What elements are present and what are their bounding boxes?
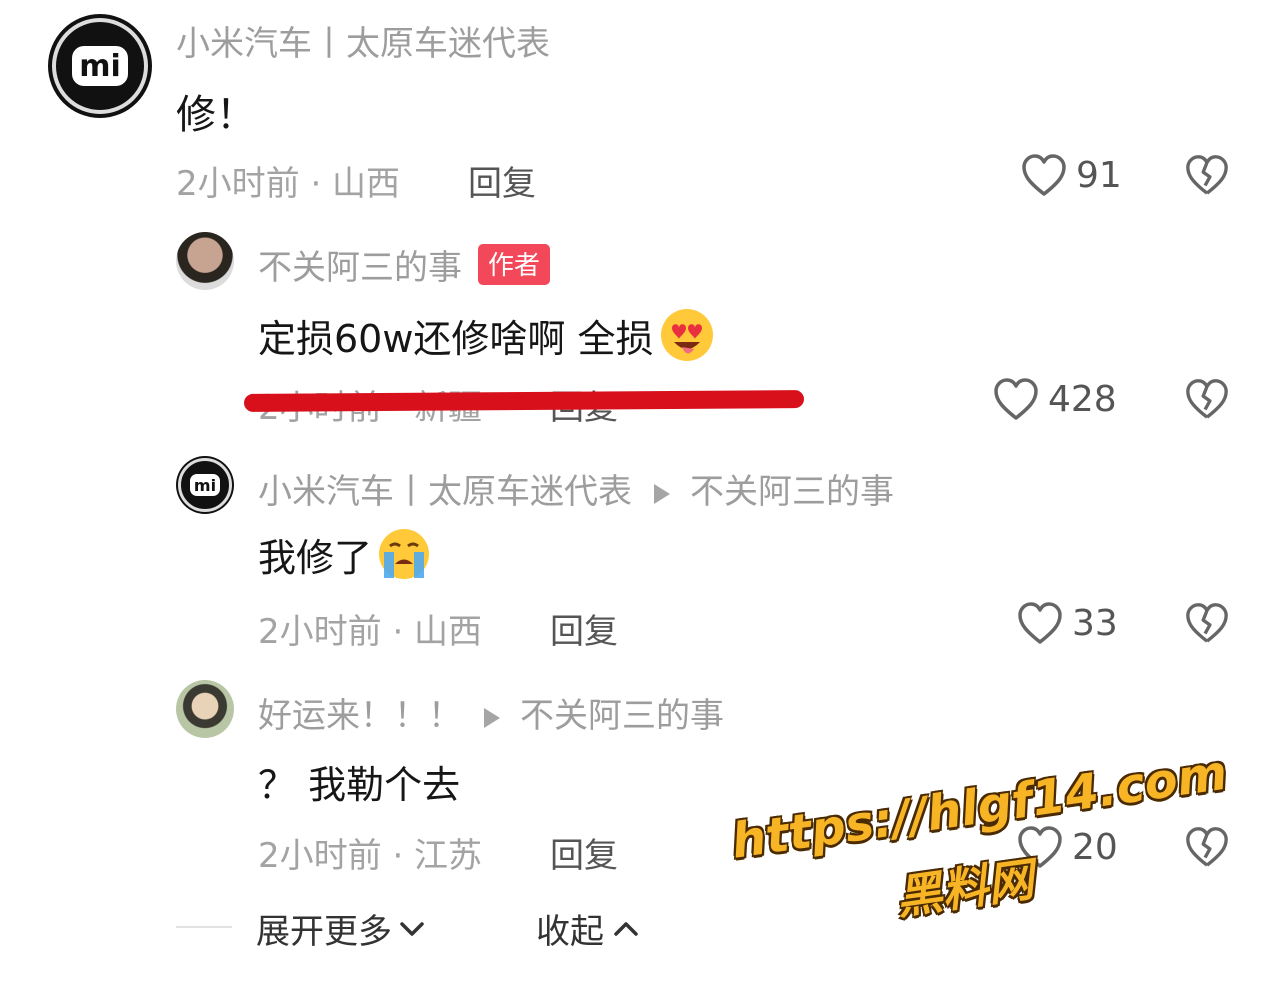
like-button[interactable]: 20: [1016, 824, 1118, 870]
like-count: 33: [1072, 602, 1118, 644]
like-count: 428: [1048, 378, 1117, 420]
comment-username[interactable]: 小米汽车丨太原车迷代表 不关阿三的事: [258, 464, 894, 513]
like-button[interactable]: 91: [1020, 152, 1122, 198]
comment-time-location: 2小时前 · 山西: [176, 164, 401, 204]
reply-arrow-icon: [654, 483, 670, 504]
like-count: 91: [1076, 154, 1122, 196]
broken-heart-icon[interactable]: [1184, 152, 1230, 198]
chevron-up-icon: [614, 921, 638, 936]
reply-button[interactable]: 回复: [550, 604, 618, 653]
expand-more-button[interactable]: 展开更多: [256, 904, 426, 953]
comment-username[interactable]: 好运来！！！ 不关阿三的事: [258, 688, 724, 737]
heart-icon: [1018, 602, 1062, 644]
author-tag: 作者: [478, 244, 551, 285]
like-button[interactable]: 428: [992, 376, 1117, 422]
divider-line: [176, 926, 232, 928]
crying-emoji: [379, 529, 430, 579]
broken-heart-icon[interactable]: [1184, 600, 1230, 646]
comment-text: 修！: [176, 92, 256, 138]
collapse-button[interactable]: 收起: [536, 904, 640, 953]
heart-eyes-tongue-emoji: [660, 309, 713, 361]
comment-username[interactable]: 小米汽车丨太原车迷代表: [176, 16, 550, 65]
comment-time-location: 2小时前 · 江苏: [258, 836, 483, 876]
reply-button[interactable]: 回复: [550, 828, 618, 877]
reply-to-username[interactable]: 不关阿三的事: [690, 472, 894, 512]
comment-time-location: 2小时前 · 山西: [258, 612, 483, 652]
comment-username[interactable]: 不关阿三的事 作者: [258, 240, 551, 289]
like-count: 20: [1072, 826, 1118, 868]
watermark-name: 黑料网: [892, 852, 1037, 925]
user-avatar[interactable]: [176, 232, 234, 290]
reply-to-username[interactable]: 不关阿三的事: [520, 696, 724, 736]
comment-text: 定损60w还修啥啊 全损: [258, 306, 716, 364]
chevron-down-icon: [400, 921, 424, 936]
xiaomi-avatar[interactable]: mi: [48, 14, 152, 118]
reply-button[interactable]: 回复: [468, 156, 536, 205]
comment-text: 我修了: [258, 526, 432, 582]
heart-icon: [1022, 154, 1066, 196]
red-strike-line: [243, 390, 805, 412]
broken-heart-icon[interactable]: [1184, 376, 1230, 422]
comment-text: ？ 我勒个去: [258, 763, 461, 807]
heart-icon: [994, 378, 1038, 420]
user-avatar[interactable]: [176, 680, 234, 738]
xiaomi-avatar[interactable]: mi: [176, 456, 234, 514]
reply-arrow-icon: [484, 707, 500, 728]
like-button[interactable]: 33: [1016, 600, 1118, 646]
broken-heart-icon[interactable]: [1184, 824, 1230, 870]
